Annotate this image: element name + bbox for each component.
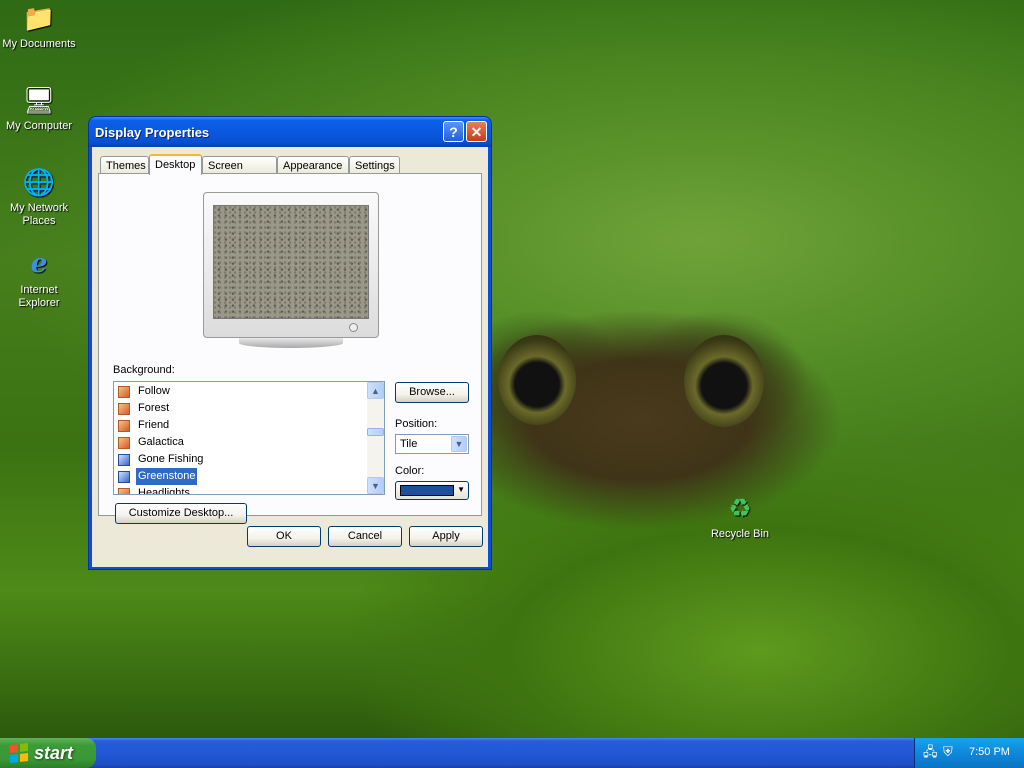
list-item[interactable]: Headlights xyxy=(118,485,192,494)
pen-file-icon xyxy=(118,453,130,466)
scroll-thumb[interactable] xyxy=(367,428,384,436)
my-computer-icon: 🖥 xyxy=(22,84,56,115)
list-item[interactable]: Follow xyxy=(118,383,172,400)
desktop-icon-my-computer[interactable]: 🖥 My Computer xyxy=(0,84,79,133)
frog-eye-left xyxy=(498,335,576,425)
desktop-icon-internet-explorer[interactable]: e Internet Explorer xyxy=(0,248,79,310)
list-item[interactable]: Galactica xyxy=(118,434,186,451)
customize-desktop-button[interactable]: Customize Desktop... xyxy=(115,503,247,524)
tab-appearance[interactable]: Appearance xyxy=(277,156,349,174)
picture-file-icon xyxy=(118,385,130,398)
monitor-frame xyxy=(203,192,379,338)
display-properties-window[interactable]: Display Properties ? ✕ Themes Desktop Sc… xyxy=(88,116,492,570)
network-icon[interactable]: 🖧 xyxy=(923,745,938,759)
tab-settings[interactable]: Settings xyxy=(349,156,400,174)
system-tray: 🖧 ⛨ 7:50 PM xyxy=(914,738,1024,768)
dialog-client: Themes Desktop Screen Saver Appearance S… xyxy=(92,147,488,567)
scroll-down-icon[interactable]: ▼ xyxy=(367,477,384,494)
list-item[interactable]: Gone Fishing xyxy=(118,451,205,468)
windows-logo-icon xyxy=(10,743,28,763)
picture-file-icon xyxy=(118,436,130,449)
close-button[interactable]: ✕ xyxy=(466,121,487,142)
taskbar: start 🖧 ⛨ 7:50 PM xyxy=(0,738,1024,768)
monitor-stand xyxy=(239,338,343,348)
picture-file-icon xyxy=(118,487,130,494)
background-preview xyxy=(213,205,369,319)
position-label: Position: xyxy=(395,418,438,430)
network-places-icon: 🌐 xyxy=(22,166,56,197)
color-swatch xyxy=(400,485,454,496)
color-picker-button[interactable]: ▼ xyxy=(395,481,469,500)
ok-button[interactable]: OK xyxy=(247,526,321,547)
start-label: start xyxy=(34,742,74,763)
position-select[interactable]: Tile ▼ xyxy=(395,434,469,454)
scroll-up-icon[interactable]: ▲ xyxy=(367,382,384,399)
frog-eye-right xyxy=(684,335,764,427)
tab-screen-saver[interactable]: Screen Saver xyxy=(202,156,277,190)
help-button[interactable]: ? xyxy=(443,121,464,142)
tab-desktop[interactable]: Desktop xyxy=(149,154,202,175)
browse-button[interactable]: Browse... xyxy=(395,382,469,403)
tab-themes[interactable]: Themes xyxy=(100,156,149,174)
title-bar[interactable]: Display Properties ? ✕ xyxy=(89,117,491,147)
cancel-button[interactable]: Cancel xyxy=(328,526,402,547)
background-list[interactable]: Follow Forest Friend Galactica Gone Fish… xyxy=(113,381,385,495)
list-item[interactable]: Friend xyxy=(118,417,171,434)
desktop-icon-recycle-bin[interactable]: ♻ Recycle Bin xyxy=(700,492,780,541)
desktop-tab-panel: Background: Follow Forest Friend Galacti… xyxy=(98,173,482,524)
list-item-selected[interactable]: Greenstone xyxy=(118,467,199,486)
chevron-down-icon: ▼ xyxy=(457,485,465,494)
pen-file-icon xyxy=(118,470,130,483)
monitor-preview xyxy=(203,192,379,348)
picture-file-icon xyxy=(118,402,130,415)
desktop-icon-my-documents[interactable]: 📁 My Documents xyxy=(0,2,79,51)
list-scrollbar[interactable]: ▲ ▼ xyxy=(367,382,384,494)
color-label: Color: xyxy=(395,465,425,477)
security-alert-icon[interactable]: ⛨ xyxy=(943,745,957,759)
window-title: Display Properties xyxy=(95,125,210,140)
start-button[interactable]: start xyxy=(0,738,96,768)
clock[interactable]: 7:50 PM xyxy=(969,746,1010,758)
list-item[interactable]: Forest xyxy=(118,400,171,417)
my-documents-icon: 📁 xyxy=(22,2,56,33)
monitor-power-icon xyxy=(349,323,358,332)
internet-explorer-icon: e xyxy=(30,249,48,279)
picture-file-icon xyxy=(118,419,130,432)
desktop-icon-network-places[interactable]: 🌐 My Network Places xyxy=(0,166,79,228)
apply-button[interactable]: Apply xyxy=(409,526,483,547)
background-label: Background: xyxy=(113,364,175,376)
recycle-bin-icon: ♻ xyxy=(728,492,752,523)
position-value: Tile xyxy=(400,438,418,450)
chevron-down-icon[interactable]: ▼ xyxy=(451,436,467,452)
